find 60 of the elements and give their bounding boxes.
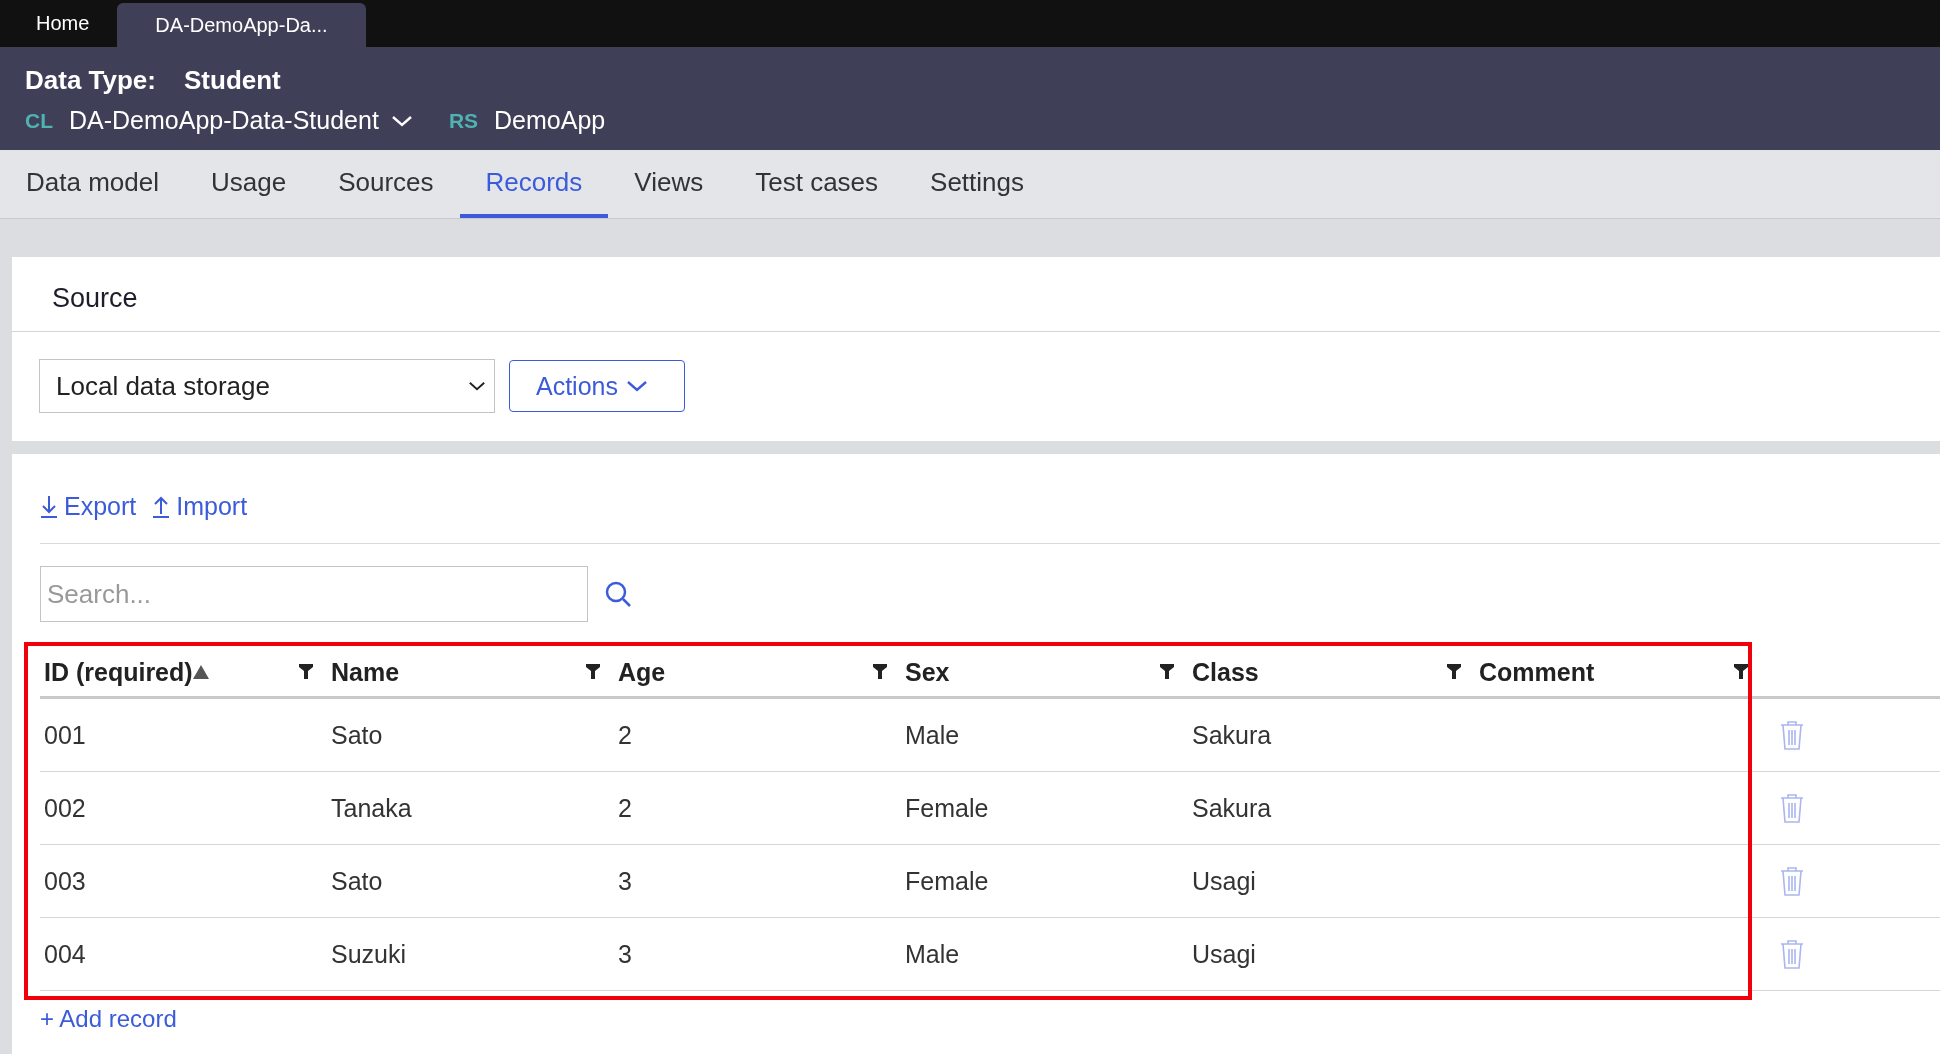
table-cell-text: Female xyxy=(904,793,990,823)
table-cell-text: Sakura xyxy=(1191,793,1273,823)
column-header[interactable]: ID (required) xyxy=(44,657,209,687)
table-cell-text: Suzuki xyxy=(330,939,408,969)
class-name[interactable]: DA-DemoApp-Data-Student xyxy=(69,106,379,135)
table-cell-text: 3 xyxy=(617,939,633,969)
chevron-down-icon xyxy=(626,379,648,393)
filter-icon[interactable] xyxy=(873,664,887,680)
table-cell-text: 002 xyxy=(43,793,87,823)
table-cell-text: 2 xyxy=(617,720,633,750)
column-header[interactable]: Comment xyxy=(1479,657,1595,687)
data-type-label: Data Type: xyxy=(25,65,156,96)
export-link[interactable]: Export xyxy=(40,492,137,521)
add-record-link[interactable]: + Add record xyxy=(12,991,177,1033)
data-type-name: Student xyxy=(184,65,281,96)
tab[interactable]: Usage xyxy=(184,150,313,218)
chevron-down-icon[interactable] xyxy=(390,113,413,128)
browser-tab[interactable]: Home xyxy=(8,0,118,47)
tab[interactable]: Test cases xyxy=(729,150,905,218)
column-header[interactable]: Sex xyxy=(905,657,950,687)
table-cell-text: Usagi xyxy=(1191,866,1257,896)
class-label: CL xyxy=(25,108,53,133)
ruleset-name: DemoApp xyxy=(494,106,606,135)
tab[interactable]: Sources xyxy=(312,150,460,218)
table-cell-text: Female xyxy=(904,866,990,896)
tab[interactable]: Records xyxy=(459,150,609,218)
filter-icon[interactable] xyxy=(586,664,600,680)
import-link[interactable]: Import xyxy=(152,492,248,521)
table-cell-text: Male xyxy=(904,720,961,750)
filter-icon[interactable] xyxy=(1734,664,1748,680)
table-cell-text: Sato xyxy=(330,866,384,896)
search-icon[interactable] xyxy=(604,580,632,608)
download-icon xyxy=(40,494,58,519)
filter-icon[interactable] xyxy=(1447,664,1461,680)
column-header[interactable]: Class xyxy=(1192,657,1259,687)
column-header[interactable]: Name xyxy=(331,657,400,687)
browser-tab[interactable]: DA-DemoApp-Da... xyxy=(117,3,366,47)
tab[interactable]: Data model xyxy=(0,150,185,218)
source-select[interactable]: Local data storage xyxy=(39,359,495,413)
actions-button[interactable]: Actions xyxy=(509,360,685,412)
table-cell-text: Sato xyxy=(330,720,384,750)
ruleset-label: RS xyxy=(448,108,479,133)
table-cell-text: 001 xyxy=(43,720,87,750)
table-cell-text: Tanaka xyxy=(330,793,413,823)
chevron-down-icon[interactable] xyxy=(468,380,486,392)
table-cell-text: Male xyxy=(904,939,961,969)
table-cell-text: 004 xyxy=(43,939,87,969)
tab[interactable]: Views xyxy=(608,150,730,218)
table-cell-text: 2 xyxy=(617,793,633,823)
search-field[interactable]: Search... xyxy=(40,566,588,622)
card-title: Source xyxy=(12,257,1940,332)
table-cell-text: 003 xyxy=(43,866,87,896)
table-cell-text: 3 xyxy=(617,866,633,896)
tab[interactable]: Settings xyxy=(904,150,1050,218)
table-cell-text: Usagi xyxy=(1191,939,1257,969)
table-cell-text: Sakura xyxy=(1191,720,1273,750)
column-header[interactable]: Age xyxy=(618,657,666,687)
filter-icon[interactable] xyxy=(1160,664,1174,680)
upload-icon xyxy=(152,494,171,519)
filter-icon[interactable] xyxy=(299,664,313,680)
